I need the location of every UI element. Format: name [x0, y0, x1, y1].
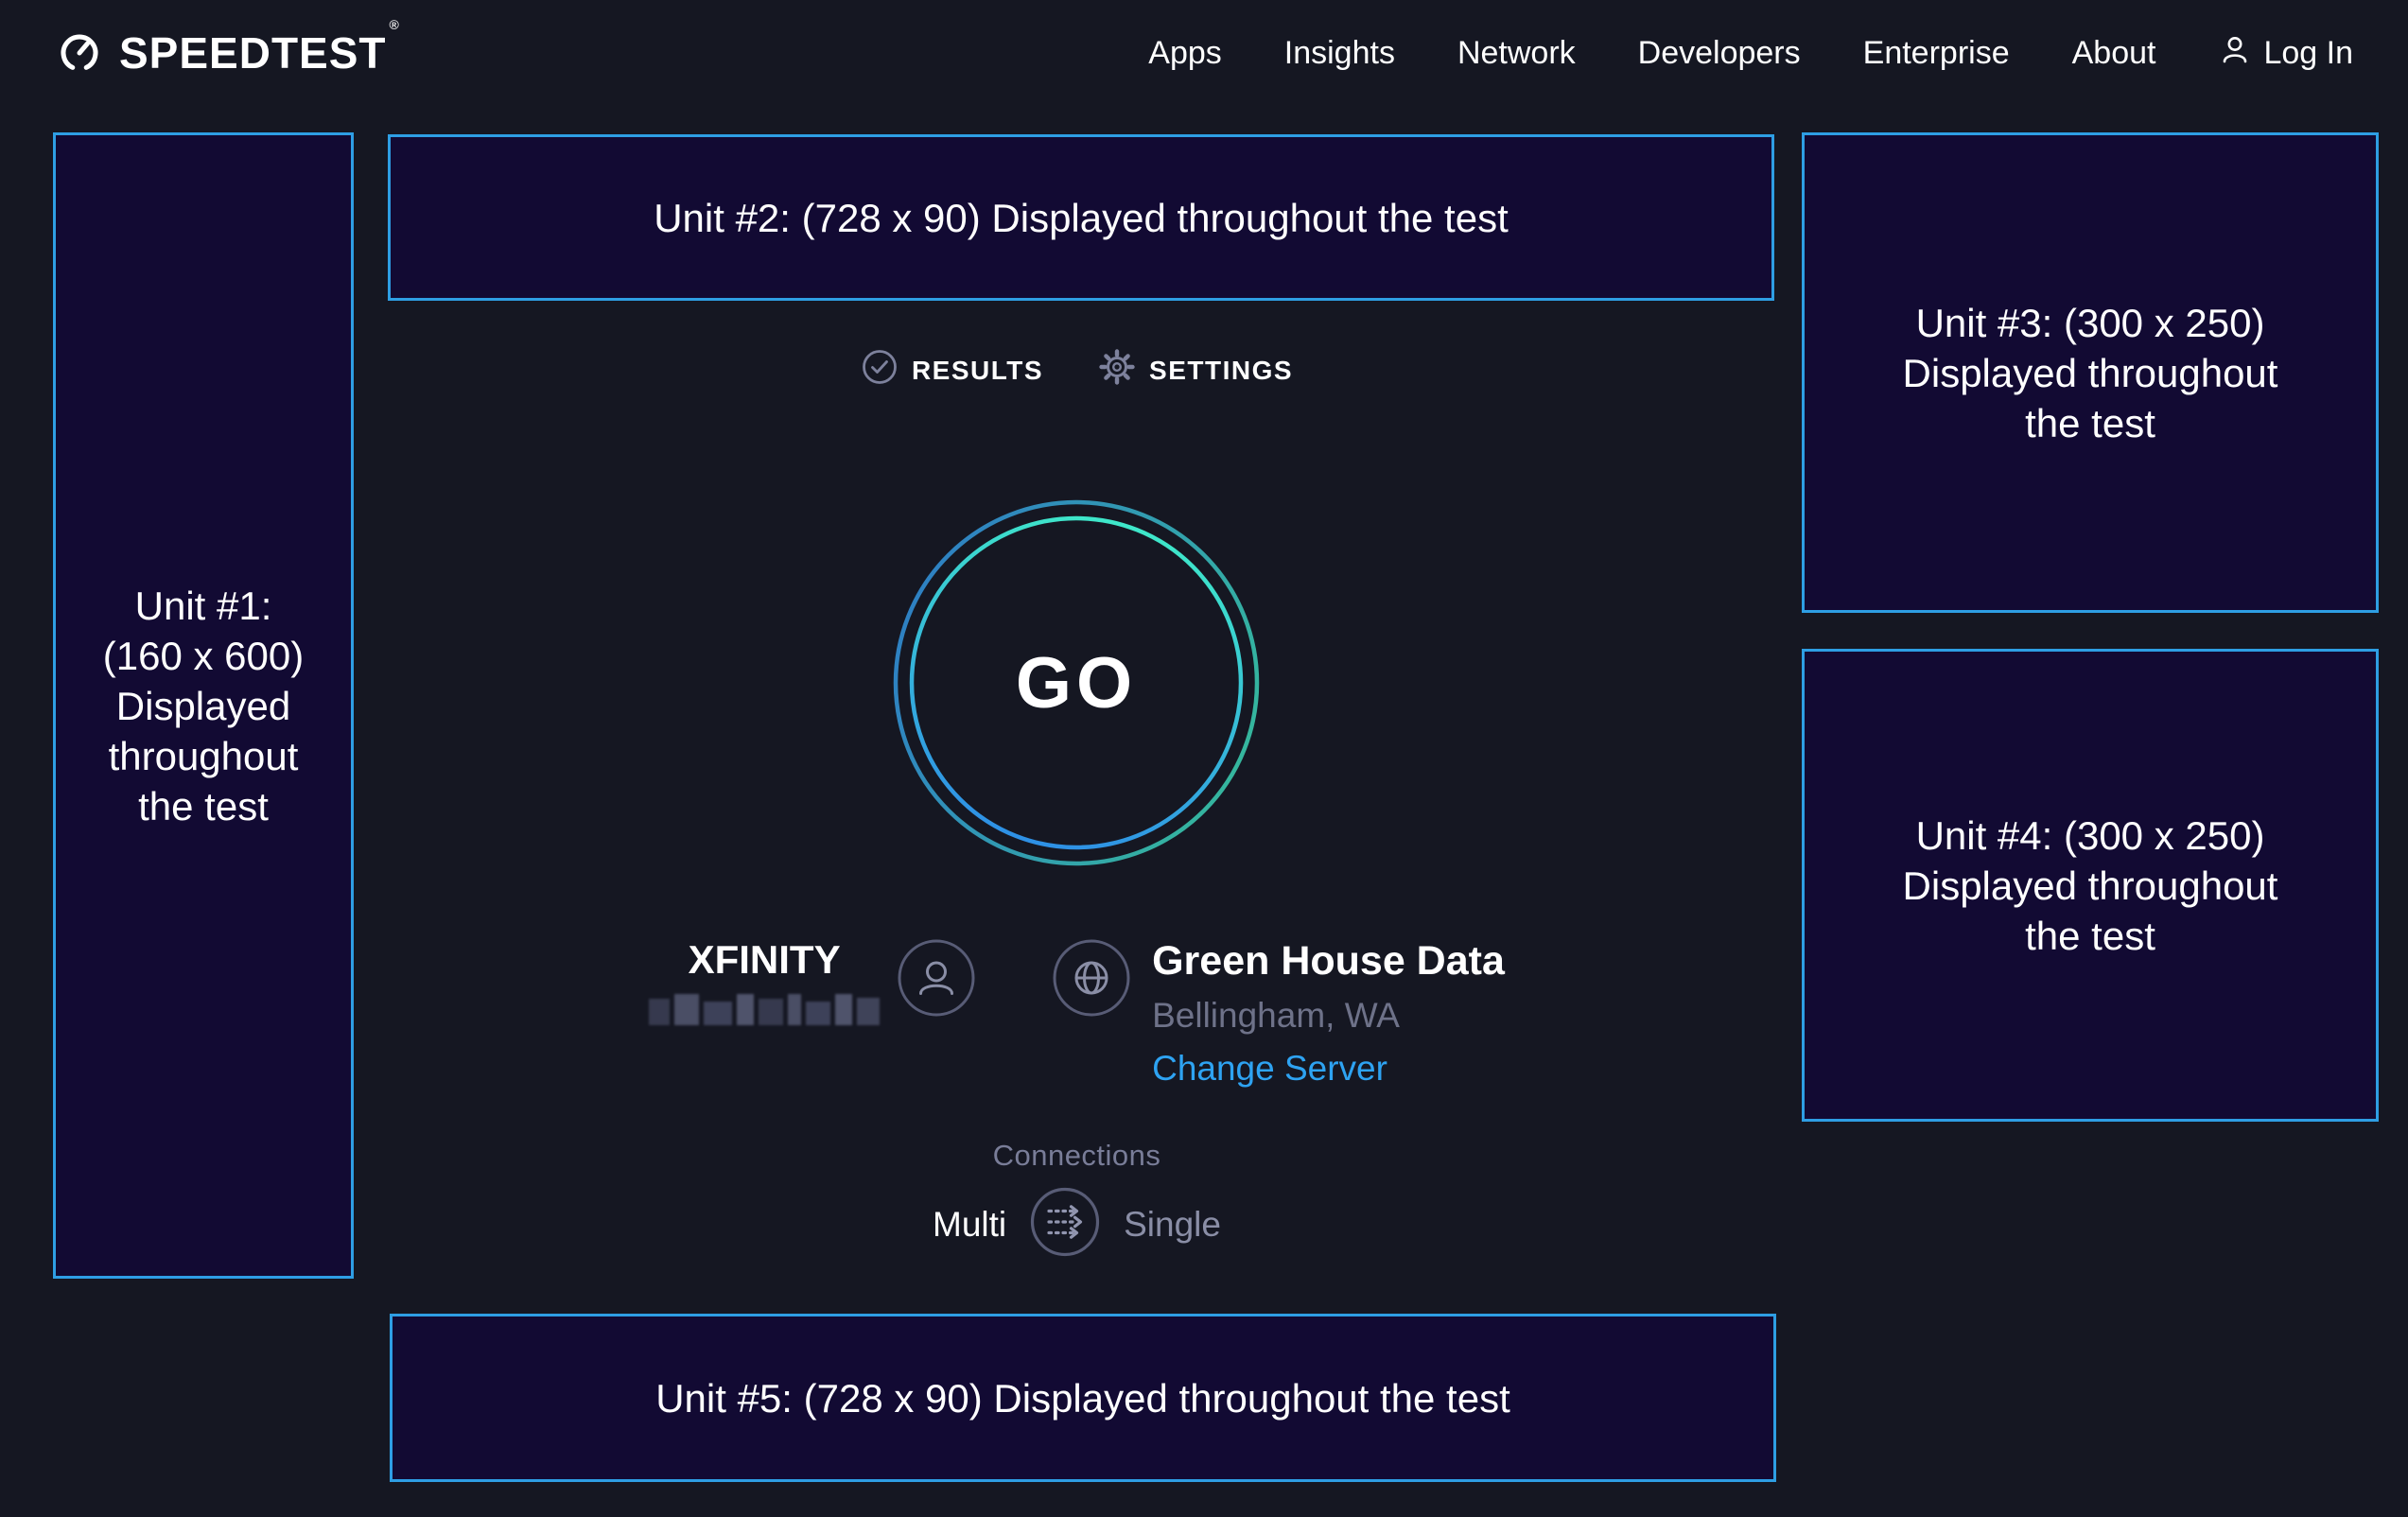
- nav-item-about[interactable]: About: [2072, 35, 2156, 72]
- ad-text: Unit #5: (728 x 90) Displayed throughout…: [655, 1373, 1510, 1423]
- ad-text-line: Unit #1:: [135, 581, 272, 631]
- ad-unit-4-rectangle[interactable]: Unit #4: (300 x 250) Displayed throughou…: [1802, 649, 2379, 1122]
- nav-item-insights[interactable]: Insights: [1284, 35, 1395, 72]
- isp-user-icon: [897, 938, 976, 1022]
- nav-item-apps[interactable]: Apps: [1148, 35, 1222, 72]
- ad-text-line: throughout: [109, 731, 299, 781]
- isp-name: XFINITY: [689, 936, 841, 984]
- ad-text-line: Displayed: [116, 681, 290, 731]
- nav-item-enterprise[interactable]: Enterprise: [1863, 35, 2010, 72]
- logo-wordmark: SPEEDTEST®: [119, 31, 397, 75]
- ad-text: Unit #2: (728 x 90) Displayed throughout…: [654, 193, 1509, 243]
- ad-unit-2-leaderboard[interactable]: Unit #2: (728 x 90) Displayed throughout…: [388, 134, 1774, 301]
- server-location: Bellingham, WA: [1152, 995, 1505, 1037]
- trademark-symbol: ®: [390, 17, 400, 32]
- ad-unit-1-skyscraper[interactable]: Unit #1: (160 x 600) Displayed throughou…: [53, 132, 354, 1279]
- tab-settings[interactable]: SETTINGS: [1098, 348, 1293, 392]
- connections-label: Connections: [993, 1139, 1161, 1173]
- ad-unit-5-leaderboard[interactable]: Unit #5: (728 x 90) Displayed throughout…: [390, 1314, 1776, 1482]
- speedtest-logo[interactable]: SPEEDTEST®: [55, 26, 397, 80]
- ad-text-line: Displayed throughout: [1903, 348, 2278, 398]
- test-meta-row: XFINITY: [353, 936, 1801, 1090]
- ad-text-line: Unit #4: (300 x 250): [1916, 811, 2265, 861]
- results-settings-tabs: RESULTS SETTINGS: [353, 348, 1801, 392]
- speedometer-icon: [55, 26, 104, 80]
- server-name: Green House Data: [1152, 936, 1505, 985]
- isp-info: XFINITY: [649, 936, 976, 1025]
- nav-item-network[interactable]: Network: [1457, 35, 1576, 72]
- connections-single-option[interactable]: Single: [1124, 1205, 1221, 1245]
- ad-text-line: the test: [138, 781, 269, 831]
- connections-toggle-row: Multi Single: [933, 1186, 1221, 1263]
- ad-text-line: (160 x 600): [103, 631, 304, 681]
- go-button[interactable]: GO: [892, 498, 1261, 867]
- server-info: Green House Data Bellingham, WA Change S…: [1052, 936, 1505, 1090]
- nav-menu: Apps Insights Network Developers Enterpr…: [1148, 32, 2353, 75]
- login-label: Log In: [2263, 35, 2353, 72]
- user-icon: [2218, 32, 2252, 75]
- nav-item-developers[interactable]: Developers: [1638, 35, 1801, 72]
- ad-unit-3-rectangle[interactable]: Unit #3: (300 x 250) Displayed throughou…: [1802, 132, 2379, 613]
- connections-mode-toggle[interactable]: [1029, 1186, 1101, 1263]
- tab-results[interactable]: RESULTS: [861, 348, 1043, 392]
- tab-results-label: RESULTS: [912, 356, 1043, 386]
- connections-multi-option[interactable]: Multi: [933, 1205, 1006, 1245]
- check-circle-icon: [861, 348, 899, 392]
- top-nav: SPEEDTEST® Apps Insights Network Develop…: [0, 0, 2408, 106]
- connections-section: Connections Multi Single: [353, 1139, 1801, 1263]
- gear-icon: [1098, 348, 1136, 392]
- go-label: GO: [892, 498, 1261, 867]
- ad-text-line: Displayed throughout: [1903, 861, 2278, 911]
- speedtest-page: SPEEDTEST® Apps Insights Network Develop…: [0, 0, 2408, 1517]
- ad-text-line: Unit #3: (300 x 250): [1916, 298, 2265, 348]
- tab-settings-label: SETTINGS: [1149, 356, 1293, 386]
- redacted-ip: [649, 991, 880, 1025]
- login-button[interactable]: Log In: [2218, 32, 2353, 75]
- ad-text-line: the test: [2025, 398, 2155, 448]
- ad-text-line: the test: [2025, 911, 2155, 961]
- globe-icon: [1052, 938, 1131, 1022]
- change-server-link[interactable]: Change Server: [1152, 1048, 1505, 1090]
